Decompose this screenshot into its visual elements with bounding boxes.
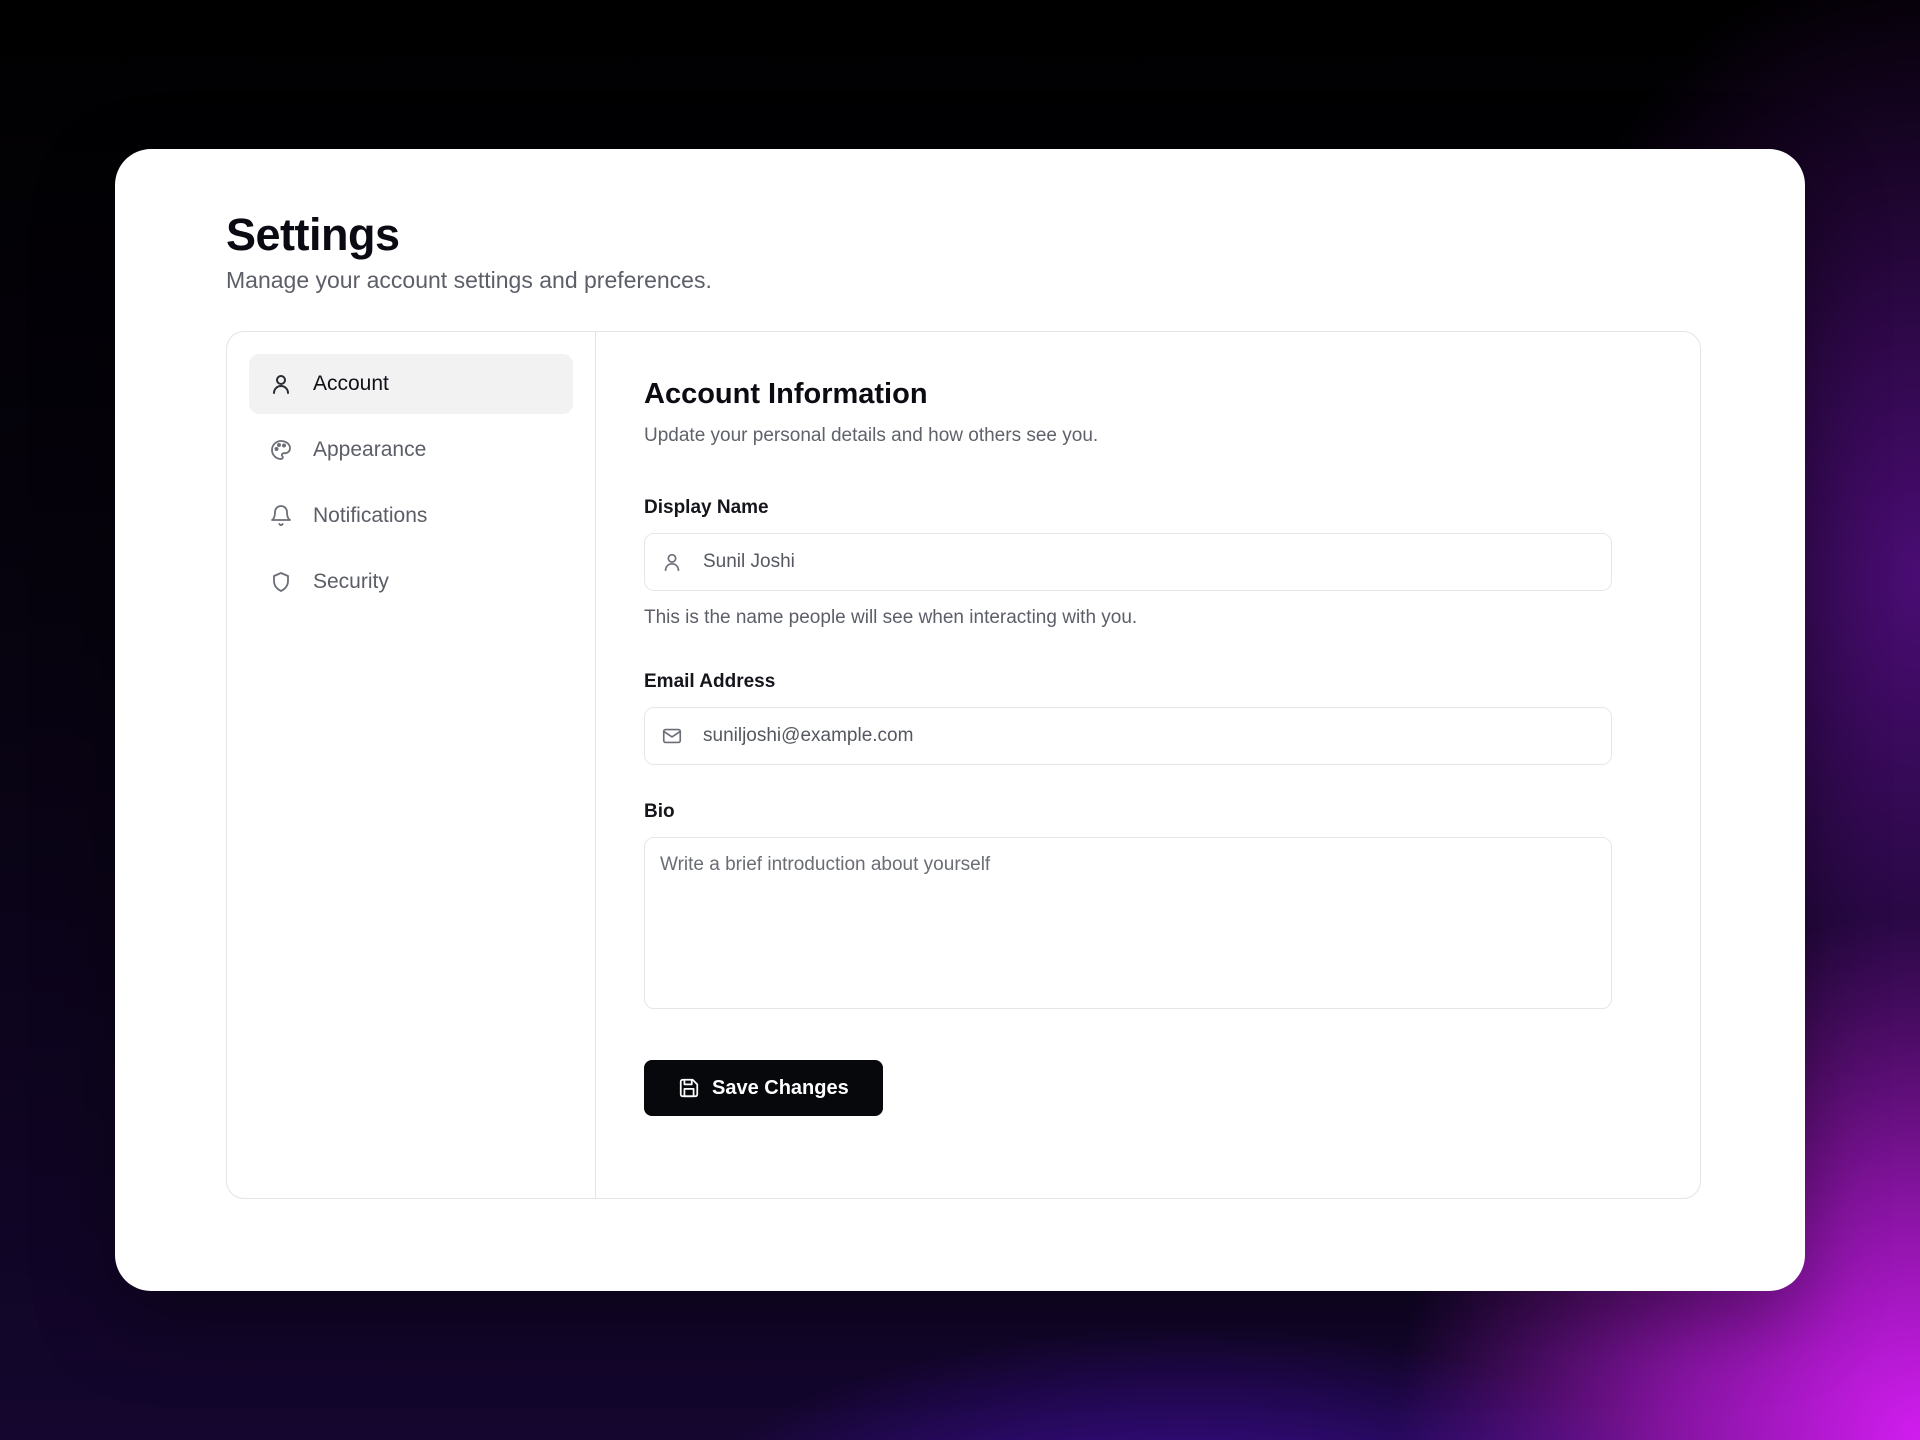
- bio-label: Bio: [644, 801, 675, 822]
- display-name-field[interactable]: [644, 533, 1612, 591]
- sidebar-item-label: Notifications: [313, 504, 428, 527]
- account-information-section: Account Information Update your personal…: [596, 332, 1700, 1198]
- sidebar-item-security[interactable]: Security: [249, 552, 573, 612]
- bio-group: Bio: [644, 801, 1652, 1014]
- page-title: Settings: [226, 209, 400, 260]
- section-subtitle: Update your personal details and how oth…: [644, 425, 1099, 446]
- sidebar-item-appearance[interactable]: Appearance: [249, 420, 573, 480]
- sidebar-item-label: Security: [313, 570, 389, 593]
- shield-icon: [269, 570, 293, 594]
- settings-panel: Account Appearance Notifications Securit…: [226, 331, 1701, 1199]
- settings-card: Settings Manage your account settings an…: [115, 149, 1805, 1291]
- email-field[interactable]: [644, 707, 1612, 765]
- sidebar-item-label: Account: [313, 372, 389, 395]
- display-name-label: Display Name: [644, 497, 769, 518]
- bell-icon: [269, 504, 293, 528]
- email-group: Email Address: [644, 671, 1652, 765]
- palette-icon: [269, 438, 293, 462]
- save-changes-button[interactable]: Save Changes: [644, 1060, 883, 1116]
- sidebar-item-label: Appearance: [313, 438, 427, 461]
- mail-icon: [661, 725, 683, 747]
- sidebar-item-notifications[interactable]: Notifications: [249, 486, 573, 546]
- email-label: Email Address: [644, 671, 776, 692]
- email-input[interactable]: [701, 724, 1595, 748]
- sidebar-item-account[interactable]: Account: [249, 354, 573, 414]
- user-icon: [661, 551, 683, 573]
- save-button-label: Save Changes: [712, 1076, 849, 1099]
- settings-sidebar: Account Appearance Notifications Securit…: [227, 332, 596, 1198]
- user-icon: [269, 372, 293, 396]
- bio-textarea[interactable]: [644, 837, 1612, 1009]
- actions: Save Changes: [644, 1060, 1652, 1116]
- page-subtitle: Manage your account settings and prefere…: [226, 267, 712, 293]
- save-icon: [678, 1077, 700, 1099]
- display-name-input[interactable]: [701, 550, 1595, 574]
- display-name-group: Display Name This is the name people wil…: [644, 497, 1652, 629]
- section-title: Account Information: [644, 378, 928, 410]
- display-name-help: This is the name people will see when in…: [644, 607, 1138, 628]
